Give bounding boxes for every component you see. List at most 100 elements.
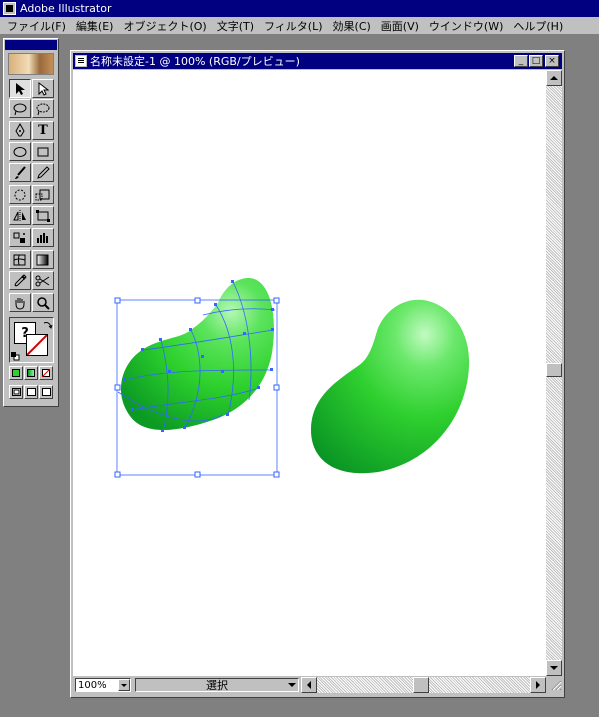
scroll-left-button[interactable]	[301, 677, 317, 693]
scroll-up-button[interactable]	[546, 70, 562, 86]
full-screen-icon	[41, 388, 51, 396]
symbol-sprayer-icon	[13, 232, 25, 243]
menu-edit[interactable]: 編集(E)	[71, 18, 119, 34]
paintbrush-icon	[15, 165, 26, 179]
scroll-right-button[interactable]	[530, 677, 546, 693]
zoom-tool[interactable]	[32, 293, 54, 312]
maximize-button[interactable]: □	[529, 55, 543, 67]
rectangle-tool[interactable]	[32, 142, 54, 161]
lasso-tool[interactable]	[9, 99, 31, 118]
zoom-value: 100%	[78, 679, 107, 691]
triangle-right-icon	[288, 683, 296, 691]
direct-lasso-tool[interactable]	[32, 99, 54, 118]
type-tool[interactable]: T	[32, 121, 54, 140]
lasso-icon	[13, 103, 27, 115]
resize-grip[interactable]	[548, 677, 562, 693]
pencil-tool[interactable]	[32, 163, 54, 182]
none-icon	[26, 334, 48, 356]
default-colors-icon[interactable]	[11, 352, 20, 361]
graph-tool[interactable]	[32, 228, 54, 247]
zoom-dropdown-button[interactable]	[118, 679, 130, 691]
menu-window[interactable]: ウインドウ(W)	[424, 18, 508, 34]
status-dropdown-button[interactable]	[286, 679, 298, 691]
horizontal-scrollbar[interactable]	[301, 677, 546, 693]
close-button[interactable]: ×	[545, 55, 559, 67]
reflect-tool[interactable]	[9, 206, 31, 225]
status-text: 選択	[206, 679, 228, 692]
minimize-button[interactable]: _	[514, 55, 528, 67]
paintbrush-tool[interactable]	[9, 163, 31, 182]
handle-top-left[interactable]	[114, 297, 121, 304]
direct-selection-tool[interactable]	[32, 79, 54, 98]
none-icon	[42, 369, 50, 377]
rotate-tool[interactable]	[9, 185, 31, 204]
pen-tool[interactable]	[9, 121, 31, 140]
gradient-fill-button[interactable]	[24, 366, 38, 380]
pencil-icon	[37, 165, 50, 179]
menu-view[interactable]: 画面(V)	[376, 18, 424, 34]
app-icon[interactable]	[3, 2, 16, 15]
hand-tool[interactable]	[9, 293, 31, 312]
zoom-icon	[37, 296, 50, 310]
full-screen-menu-icon	[26, 388, 36, 396]
menu-type[interactable]: 文字(T)	[212, 18, 259, 34]
eyedropper-tool[interactable]	[9, 271, 31, 290]
gradient-tool[interactable]	[32, 250, 54, 269]
handle-top-right[interactable]	[273, 297, 280, 304]
handle-bottom-right[interactable]	[273, 471, 280, 478]
artboard-canvas[interactable]	[73, 70, 546, 676]
selection-tool[interactable]	[9, 79, 31, 98]
status-bar: 100% 選択	[73, 676, 562, 693]
scroll-down-button[interactable]	[546, 660, 562, 676]
free-transform-icon	[36, 209, 50, 222]
scissors-tool[interactable]	[32, 271, 54, 290]
vertical-scroll-thumb[interactable]	[546, 363, 562, 377]
symbol-sprayer-tool[interactable]	[9, 228, 31, 247]
bean-shape-preview[interactable]	[311, 299, 470, 474]
mesh-tool[interactable]	[9, 250, 31, 269]
handle-bottom-left[interactable]	[114, 471, 121, 478]
selected-bean-object[interactable]	[114, 277, 280, 478]
swap-arrow-icon[interactable]	[43, 320, 53, 330]
handle-middle-left[interactable]	[114, 384, 121, 391]
scale-icon	[35, 189, 50, 200]
menu-effect[interactable]: 効果(C)	[328, 18, 376, 34]
screen-mode-standard-button[interactable]	[9, 385, 23, 399]
pen-icon	[15, 123, 25, 137]
menu-object[interactable]: オブジェクト(O)	[118, 18, 211, 34]
zoom-field[interactable]: 100%	[75, 678, 131, 692]
artwork	[114, 277, 470, 478]
screen-mode-full-button[interactable]	[39, 385, 53, 399]
menu-file[interactable]: ファイル(F)	[2, 18, 71, 34]
menu-filter[interactable]: フィルタ(L)	[259, 18, 328, 34]
document-title-bar[interactable]: 名称未設定-1 @ 100% (RGB/プレビュー) _ □ ×	[73, 53, 562, 69]
free-transform-tool[interactable]	[32, 206, 54, 225]
handle-bottom-middle[interactable]	[194, 471, 201, 478]
menu-bar: ファイル(F) 編集(E) オブジェクト(O) 文字(T) フィルタ(L) 効果…	[0, 17, 599, 35]
color-icon	[12, 369, 20, 377]
screen-mode-full-menu-button[interactable]	[24, 385, 38, 399]
document-window: 名称未設定-1 @ 100% (RGB/プレビュー) _ □ × 100% 選択	[70, 50, 565, 698]
toolbox-title-bar[interactable]	[5, 40, 57, 50]
arrow-down-icon	[550, 666, 558, 674]
graph-icon	[37, 232, 48, 243]
menu-help[interactable]: ヘルプ(H)	[508, 18, 568, 34]
handle-middle-right[interactable]	[273, 384, 280, 391]
eyedropper-icon	[14, 273, 27, 287]
handle-top-middle[interactable]	[194, 297, 201, 304]
none-button[interactable]	[39, 366, 53, 380]
hand-icon	[15, 297, 25, 310]
gradient-fill-icon	[27, 369, 35, 377]
arrow-right-icon	[536, 681, 544, 689]
stroke-swatch[interactable]	[26, 334, 48, 356]
color-button[interactable]	[9, 366, 23, 380]
app-title: Adobe Illustrator	[20, 2, 112, 15]
scale-tool[interactable]	[32, 185, 54, 204]
horizontal-scroll-thumb[interactable]	[413, 677, 429, 693]
ellipse-tool[interactable]	[9, 142, 31, 161]
toolbox-logo[interactable]	[8, 53, 54, 75]
toolbox: T ?	[3, 38, 59, 407]
status-field[interactable]: 選択	[135, 678, 299, 692]
vertical-scrollbar[interactable]	[546, 70, 562, 676]
lasso-icon	[36, 103, 50, 115]
